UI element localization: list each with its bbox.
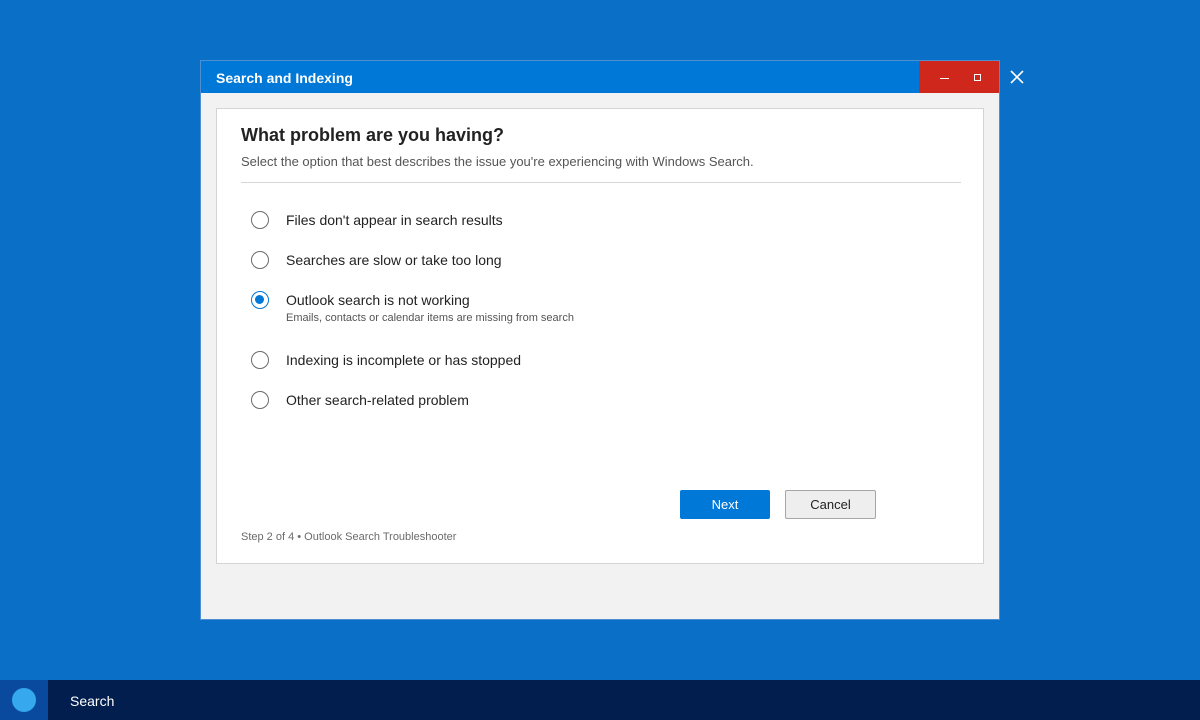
radio-button[interactable]: [251, 391, 269, 409]
window-title: Search and Indexing: [216, 70, 353, 86]
next-button[interactable]: Next: [680, 490, 770, 519]
window-controls: [919, 61, 999, 93]
radio-button[interactable]: [251, 351, 269, 369]
option-indexing-incomplete[interactable]: Indexing is incomplete or has stopped: [251, 351, 751, 379]
option-slow-search[interactable]: Searches are slow or take too long: [251, 251, 751, 279]
radio-button[interactable]: [251, 211, 269, 229]
option-files-missing[interactable]: Files don't appear in search results: [251, 211, 751, 239]
option-description: Emails, contacts or calendar items are m…: [286, 312, 574, 324]
option-label: Searches are slow or take too long: [286, 252, 502, 268]
radio-button[interactable]: [251, 251, 269, 269]
taskbar: Search: [0, 680, 1200, 720]
option-outlook-search[interactable]: Outlook search is not working Emails, co…: [251, 291, 751, 331]
option-label: Outlook search is not working: [286, 292, 470, 308]
option-label: Other search-related problem: [286, 392, 469, 408]
close-icon[interactable]: [1006, 66, 1028, 88]
desktop: Search and Indexing What problem are you…: [0, 0, 1200, 720]
start-icon[interactable]: [0, 680, 48, 720]
page-title: What problem are you having?: [241, 125, 505, 145]
option-label: Files don't appear in search results: [286, 212, 503, 228]
content-panel: What problem are you having? Select the …: [216, 108, 984, 564]
maximize-icon[interactable]: [966, 61, 990, 93]
radio-button-selected[interactable]: [251, 291, 269, 309]
taskbar-search[interactable]: Search: [70, 693, 114, 709]
cancel-button[interactable]: Cancel: [785, 490, 876, 519]
title-bar: Search and Indexing: [201, 61, 999, 93]
troubleshooter-window: Search and Indexing What problem are you…: [200, 60, 1000, 620]
divider: [241, 182, 961, 183]
step-indicator: Step 2 of 4 • Outlook Search Troubleshoo…: [241, 531, 457, 543]
option-label: Indexing is incomplete or has stopped: [286, 352, 522, 368]
minimize-icon[interactable]: [933, 61, 957, 93]
option-other-problem[interactable]: Other search-related problem: [251, 391, 751, 419]
page-subtitle: Select the option that best describes th…: [241, 154, 754, 169]
